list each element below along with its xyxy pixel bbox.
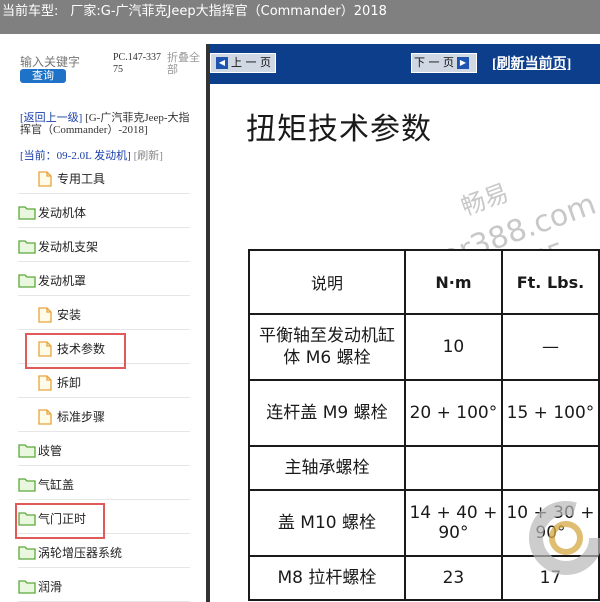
tree-item-removal[interactable]: 拆卸 bbox=[18, 368, 190, 398]
title-bar: 当前车型: 厂家:G-广汽菲克Jeep大指挥官（Commander）2018 bbox=[0, 0, 600, 34]
tree-item-label: 发动机罩 bbox=[38, 274, 87, 288]
cell-description: M8 拉杆螺栓 bbox=[248, 555, 406, 601]
prev-page-button[interactable]: ◀ 上 一 页 bbox=[210, 53, 276, 73]
tree-item-engine-cover[interactable]: 发动机罩 bbox=[18, 266, 190, 296]
table-header-row: 说明 N·m Ft. Lbs. bbox=[248, 249, 600, 315]
arrow-right-icon: ▶ bbox=[457, 57, 469, 69]
tree-item-lubrication[interactable]: 润滑 bbox=[18, 572, 190, 602]
current-location: [当前：09-2.0L 发动机] [刷新] bbox=[20, 149, 206, 163]
vehicle-value: 厂家:G-广汽菲克Jeep大指挥官（Commander）2018 bbox=[70, 4, 387, 19]
cell-description: 连杆盖 M9 螺栓 bbox=[248, 379, 406, 447]
tree-item-label: 标准步骤 bbox=[57, 410, 106, 424]
tree-item-engine-block[interactable]: 发动机体 bbox=[18, 198, 190, 228]
tree-item-label: 拆卸 bbox=[57, 376, 82, 390]
folder-icon bbox=[18, 240, 36, 254]
folder-icon bbox=[18, 478, 36, 492]
tree-item-turbocharger[interactable]: 涡轮增压器系统 bbox=[18, 538, 190, 568]
arrow-left-icon: ◀ bbox=[216, 57, 228, 69]
cell-ftlbs: 15 + 100° bbox=[500, 379, 600, 447]
tree-item-label: 润滑 bbox=[38, 580, 63, 594]
tree-item-install[interactable]: 安装 bbox=[18, 300, 190, 330]
prev-page-label: 上 一 页 bbox=[231, 56, 271, 69]
table-row: 连杆盖 M9 螺栓 20 + 100° 15 + 100° bbox=[248, 379, 600, 447]
tree-item-label: 气缸盖 bbox=[38, 478, 75, 492]
file-icon bbox=[38, 171, 52, 187]
highlight-tech-specs bbox=[25, 333, 126, 369]
refresh-tree-link[interactable]: [刷新] bbox=[134, 150, 163, 162]
tree-item-label: 发动机支架 bbox=[38, 240, 99, 254]
current-label: [当前：09-2.0L 发动机] bbox=[20, 150, 131, 162]
cell-description: 平衡轴至发动机缸体 M6 螺栓 bbox=[248, 313, 406, 381]
cell-description: 盖 M10 螺栓 bbox=[248, 489, 406, 557]
cell-nm: 23 bbox=[403, 555, 503, 601]
page-nav-bar: ◀ 上 一 页 下 一 页 ▶ [刷新当前页] bbox=[210, 44, 600, 84]
tree-item-cylinder-head[interactable]: 气缸盖 bbox=[18, 470, 190, 500]
cell-ftlbs bbox=[500, 445, 600, 491]
tree-item-label: 专用工具 bbox=[57, 172, 106, 186]
vehicle-label: 当前车型: bbox=[2, 4, 59, 19]
breadcrumb: [返回上一级] [G-广汽菲克Jeep-大指挥官（Commander）-2018… bbox=[20, 112, 200, 136]
cell-ftlbs: — bbox=[500, 313, 600, 381]
cell-nm: 20 + 100° bbox=[403, 379, 503, 447]
cell-nm bbox=[403, 445, 503, 491]
sidebar: 查询 PC.147-33775 折叠全部 [返回上一级] [G-广汽菲克Jeep… bbox=[0, 44, 206, 602]
cell-nm: 14 + 40 + 90° bbox=[403, 489, 503, 557]
tree-item-label: 歧管 bbox=[38, 444, 63, 458]
fold-all-link[interactable]: 折叠全部 bbox=[167, 52, 205, 76]
folder-icon bbox=[18, 444, 36, 458]
folder-icon bbox=[18, 206, 36, 220]
file-icon bbox=[38, 409, 52, 425]
folder-icon bbox=[18, 546, 36, 560]
file-icon bbox=[38, 375, 52, 391]
file-icon bbox=[38, 307, 52, 323]
tree-item-manifold[interactable]: 歧管 bbox=[18, 436, 190, 466]
tree-item-engine-mount[interactable]: 发动机支架 bbox=[18, 232, 190, 262]
folder-icon bbox=[18, 580, 36, 594]
pc-code: PC.147-33775 bbox=[113, 52, 162, 75]
cell-nm: 10 bbox=[403, 313, 503, 381]
top-gap bbox=[0, 34, 600, 44]
header-nm: N·m bbox=[403, 249, 503, 315]
highlight-valve-timing bbox=[15, 503, 105, 539]
watermark-brand: 畅易 bbox=[457, 178, 513, 222]
back-link[interactable]: [返回上一级] bbox=[20, 112, 82, 124]
header-ftlbs: Ft. Lbs. bbox=[500, 249, 600, 315]
refresh-page-link[interactable]: [刷新当前页] bbox=[492, 53, 571, 73]
table-row: 主轴承螺栓 bbox=[248, 445, 600, 491]
tree-item-label: 涡轮增压器系统 bbox=[38, 546, 123, 560]
watermark-logo bbox=[529, 501, 600, 575]
tree-item-label: 安装 bbox=[57, 308, 82, 322]
search-button[interactable]: 查询 bbox=[20, 69, 66, 83]
document-title: 扭矩技术参数 bbox=[246, 112, 432, 147]
search-area: 查询 PC.147-33775 折叠全部 bbox=[0, 44, 206, 92]
tree-item-special-tools[interactable]: 专用工具 bbox=[18, 164, 190, 194]
tree-item-label: 发动机体 bbox=[38, 206, 87, 220]
folder-open-icon bbox=[18, 274, 36, 288]
header-description: 说明 bbox=[248, 249, 406, 315]
tree-item-standard-procedure[interactable]: 标准步骤 bbox=[18, 402, 190, 432]
cell-description: 主轴承螺栓 bbox=[248, 445, 406, 491]
next-page-button[interactable]: 下 一 页 ▶ bbox=[411, 53, 477, 73]
content-panel: ◀ 上 一 页 下 一 页 ▶ [刷新当前页] 扭矩技术参数 畅易 car388.c… bbox=[210, 44, 600, 602]
table-row: 平衡轴至发动机缸体 M6 螺栓 10 — bbox=[248, 313, 600, 381]
next-page-label: 下 一 页 bbox=[414, 56, 454, 69]
